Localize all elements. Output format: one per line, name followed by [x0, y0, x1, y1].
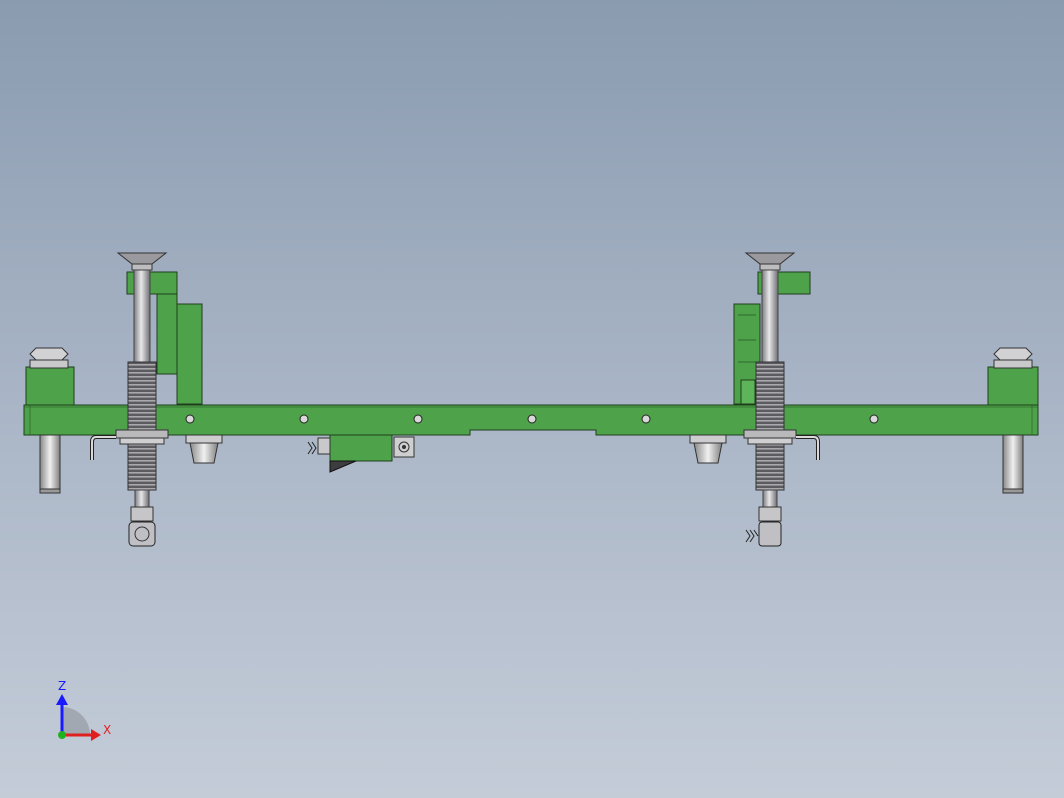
sensor-block[interactable]	[307, 434, 415, 473]
cad-viewport[interactable]: Z X	[0, 0, 1064, 798]
z-axis-label: Z	[58, 679, 66, 693]
z-axis-arrow	[56, 694, 68, 705]
right-locating-pin	[689, 434, 727, 464]
x-axis-arrow	[91, 729, 101, 741]
fixture-model[interactable]	[23, 252, 1039, 547]
y-axis-dot	[58, 731, 66, 739]
view-triad[interactable]: Z X	[56, 679, 111, 741]
right-hook	[796, 435, 820, 460]
left-hook	[90, 435, 116, 460]
left-locating-pin	[185, 434, 223, 464]
x-axis-label: X	[103, 723, 111, 737]
